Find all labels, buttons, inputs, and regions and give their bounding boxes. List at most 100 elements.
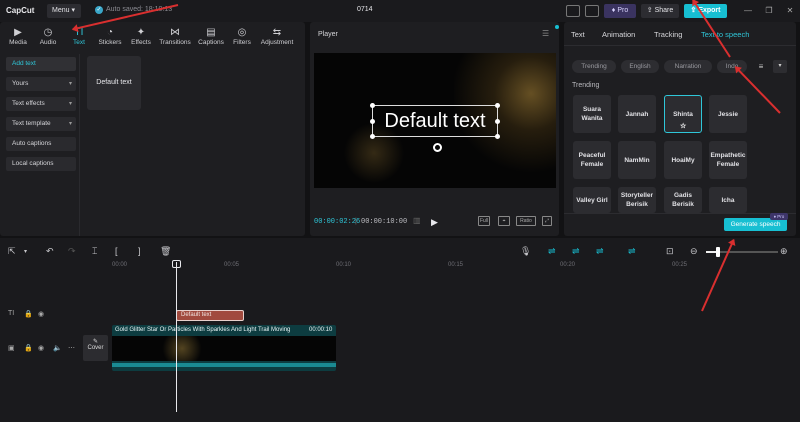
ruler-tick: 00:20 <box>560 262 576 268</box>
lock-icon[interactable]: 🔒 <box>24 344 33 352</box>
redo-icon[interactable]: ↷ <box>68 246 76 257</box>
voice-option[interactable]: HoaiMy <box>664 141 702 179</box>
app-logo: CapCut <box>6 6 35 15</box>
tool-filters[interactable]: ◎ Filters <box>224 26 260 50</box>
resize-handle[interactable] <box>370 103 375 108</box>
text-overlay-box[interactable]: Default text <box>370 103 500 139</box>
transitions-icon: ⋈ <box>170 27 180 38</box>
minimize-icon[interactable]: — <box>742 5 754 17</box>
resize-handle[interactable] <box>370 134 375 139</box>
video-clip[interactable]: Gold Glitter Star Or Particles With Spar… <box>112 325 336 371</box>
tool-transitions[interactable]: ⋈ Transitions <box>157 26 193 50</box>
chip-narration[interactable]: Narration <box>664 60 712 73</box>
trim-right-icon[interactable]: ] <box>138 246 141 256</box>
play-button[interactable]: ▶ <box>431 217 438 228</box>
ruler-tick: 00:15 <box>448 262 464 268</box>
sidebar-item-local-captions[interactable]: Local captions <box>6 157 76 171</box>
voice-label: Valley Girl <box>576 196 608 204</box>
menu-icon[interactable]: ☰ <box>542 29 549 38</box>
voice-option[interactable]: Icha <box>709 187 747 213</box>
voice-option[interactable]: NamMin <box>618 141 656 179</box>
sidebar-item-auto-captions[interactable]: Auto captions <box>6 137 76 151</box>
chevron-down-icon[interactable]: ▾ <box>24 248 27 255</box>
sidebar-item-add-text[interactable]: Add text <box>6 57 76 71</box>
pro-badge: ♦ Pro <box>770 213 788 220</box>
tab-text[interactable]: Text <box>571 30 585 39</box>
magnet-icon[interactable]: ⇌ <box>572 246 580 257</box>
zoom-out-icon[interactable]: ⊖ <box>690 246 698 257</box>
tab-text-to-speech[interactable]: Text to speech <box>701 30 749 39</box>
resize-handle[interactable] <box>495 119 500 124</box>
chevron-down-icon[interactable]: ▾ <box>773 60 787 73</box>
share-button[interactable]: ⇪ Share <box>641 4 679 18</box>
voice-label: Jannah <box>625 110 649 118</box>
tab-animation[interactable]: Animation <box>602 30 635 39</box>
menu-button[interactable]: Menu ▾ <box>47 4 81 18</box>
eye-icon[interactable]: ◉ <box>38 310 44 318</box>
select-tool-icon[interactable]: ⇱ <box>8 246 16 257</box>
time-ruler[interactable]: 00:00 00:05 00:10 00:15 00:20 00:25 <box>112 262 800 272</box>
snap-icon[interactable]: ⇌ <box>596 246 604 257</box>
voice-option[interactable]: Jannah <box>618 95 656 133</box>
microphone-icon[interactable]: 🎙 <box>520 246 531 257</box>
properties-panel: Text Animation Tracking Text to speech T… <box>564 22 796 236</box>
text-sidebar: Add text Yours ▾ Text effects ▾ Text templ… <box>6 57 76 177</box>
resize-handle[interactable] <box>495 103 500 108</box>
crop-icon[interactable]: ⌖ <box>498 216 510 226</box>
link-icon[interactable]: ⇌ <box>548 246 556 257</box>
voice-option[interactable]: Empathetic Female <box>709 141 747 179</box>
resize-handle[interactable] <box>370 119 375 124</box>
rotate-icon[interactable] <box>433 143 442 152</box>
more-icon[interactable]: ⋯ <box>68 344 75 352</box>
eye-icon[interactable]: ◉ <box>38 344 44 352</box>
shortcut-icon[interactable] <box>585 5 599 17</box>
pro-label: Pro <box>617 7 629 14</box>
zoom-slider-thumb[interactable] <box>716 247 720 257</box>
sidebar-item-text-effects[interactable]: Text effects ▾ <box>6 97 76 111</box>
close-icon[interactable]: ✕ <box>784 5 796 17</box>
voice-option[interactable]: Peaceful Female <box>573 141 611 179</box>
pro-button[interactable]: ♦ Pro <box>604 4 636 18</box>
full-screen-quality-button[interactable]: Full <box>478 216 490 226</box>
voice-option[interactable]: Jessie <box>709 95 747 133</box>
tab-tracking[interactable]: Tracking <box>654 30 682 39</box>
chip-indo[interactable]: Indo <box>717 60 747 73</box>
favorite-icon[interactable]: ☆ <box>680 122 686 131</box>
sidebar-item-text-template[interactable]: Text template ▾ <box>6 117 76 131</box>
voice-option[interactable]: Storyteller Berisik <box>618 187 656 213</box>
tool-effects[interactable]: ✦ Effects <box>123 26 159 50</box>
chip-trending[interactable]: Trending <box>572 60 616 73</box>
cover-button[interactable]: ✎ Cover <box>83 335 108 361</box>
voice-label: Shinta <box>673 110 693 118</box>
video-preview[interactable]: Default text <box>314 53 556 188</box>
lock-icon[interactable]: 🔒 <box>24 310 33 318</box>
resize-handle[interactable] <box>495 134 500 139</box>
fullscreen-icon[interactable]: ⤢ <box>542 216 552 226</box>
delete-icon[interactable]: 🗑 <box>160 246 171 257</box>
ratio-button[interactable]: Ratio <box>516 216 536 226</box>
speaker-icon[interactable]: 🔈 <box>53 344 62 352</box>
zoom-in-icon[interactable]: ⊕ <box>780 246 788 257</box>
voice-option[interactable]: Valley Girl <box>573 187 611 213</box>
tool-adjustment[interactable]: ⇆ Adjustment <box>259 26 295 50</box>
sidebar-item-yours[interactable]: Yours ▾ <box>6 77 76 91</box>
undo-icon[interactable]: ↶ <box>46 246 54 257</box>
maximize-icon[interactable]: ❐ <box>763 5 775 17</box>
timeline-view-icon[interactable]: ▥ <box>413 216 421 225</box>
layout-icon[interactable] <box>566 5 580 17</box>
voice-option-selected[interactable]: Shinta ☆ <box>664 95 702 133</box>
playhead[interactable] <box>176 262 177 412</box>
export-button[interactable]: ⇪ Export <box>684 4 727 18</box>
text-track-icon: TI <box>8 310 15 317</box>
trim-left-icon[interactable]: [ <box>115 246 118 256</box>
fit-icon[interactable]: ⊡ <box>666 246 674 257</box>
filter-icon[interactable]: ≡ <box>754 60 768 73</box>
text-clip[interactable]: Default text <box>176 310 244 321</box>
split-icon[interactable]: ⌶ <box>92 246 97 257</box>
voice-option[interactable]: Gadis Berisik <box>664 187 702 213</box>
default-text-card[interactable]: Default text <box>87 56 141 110</box>
voice-option[interactable]: Suara Wanita <box>573 95 611 133</box>
preview-axis-icon[interactable]: ⇌ <box>628 246 636 257</box>
sidebar-item-label: Text template <box>12 120 51 127</box>
chip-english[interactable]: English <box>621 60 659 73</box>
